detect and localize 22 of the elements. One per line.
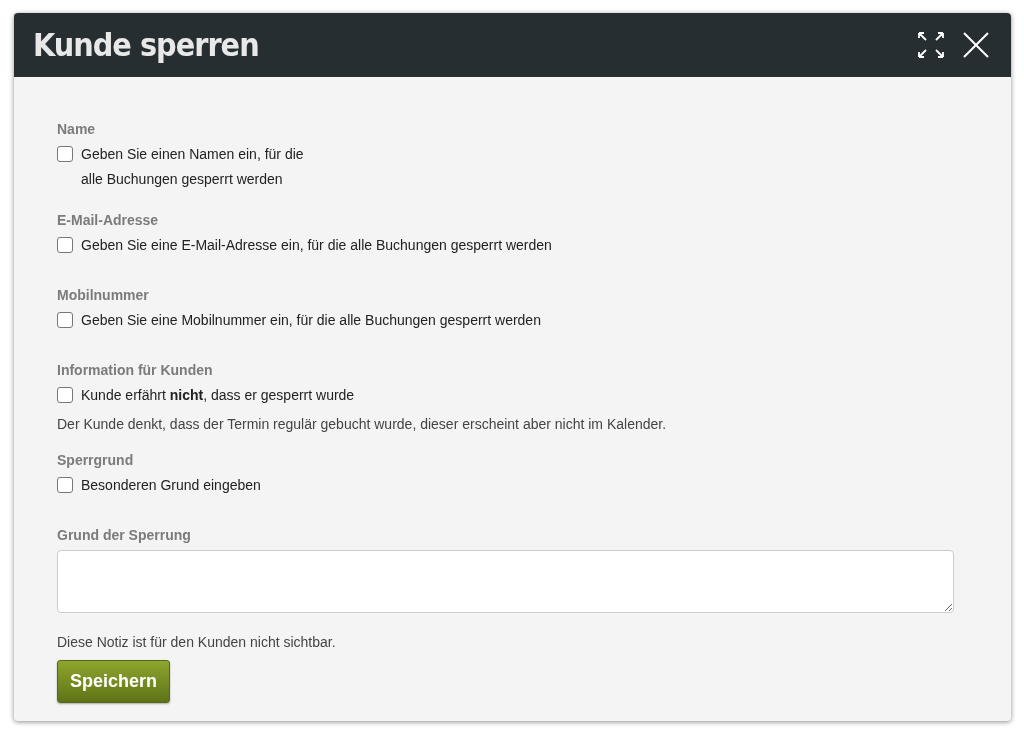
field-label: Information für Kunden bbox=[57, 362, 214, 378]
expand-icon[interactable] bbox=[917, 31, 945, 59]
checkbox-label: Geben Sie eine Mobilnummer ein, für die alle Buchungen gesperrt werden bbox=[81, 311, 541, 330]
checkbox[interactable] bbox=[57, 477, 73, 493]
note-text: Diese Notiz ist für den Kunden nicht sichtbar. bbox=[57, 634, 337, 650]
checkbox-label: Besonderen Grund eingeben bbox=[81, 476, 261, 495]
close-icon[interactable] bbox=[963, 32, 989, 58]
field-label: E-Mail-Adresse bbox=[57, 212, 160, 228]
field-label: Sperrgrund bbox=[57, 452, 135, 468]
checkbox[interactable] bbox=[57, 387, 73, 403]
field-label: Grund der Sperrung bbox=[57, 527, 192, 543]
save-button[interactable]: Speichern bbox=[57, 660, 171, 703]
checkbox-label: Geben Sie eine E-Mail-Adresse ein, für die alle Buchungen gesperrt werden bbox=[81, 236, 552, 255]
field-label: Name bbox=[57, 121, 97, 137]
field-label: Mobilnummer bbox=[57, 287, 150, 303]
dialog-title: Kunde sperren bbox=[33, 26, 260, 64]
checkbox[interactable] bbox=[57, 312, 73, 328]
checkbox[interactable] bbox=[57, 237, 73, 253]
checkbox-label: Geben Sie einen Namen ein, für die alle Buchungen gesperrt werden bbox=[81, 145, 304, 189]
checkbox[interactable] bbox=[57, 146, 73, 162]
checkbox-label: Kunde erfährt nicht, dass er gesperrt wurde bbox=[81, 386, 355, 405]
hint-text: Der Kunde denkt, dass der Termin regulär gebucht wurde, dieser erscheint aber nicht im Kalender. bbox=[57, 416, 668, 432]
